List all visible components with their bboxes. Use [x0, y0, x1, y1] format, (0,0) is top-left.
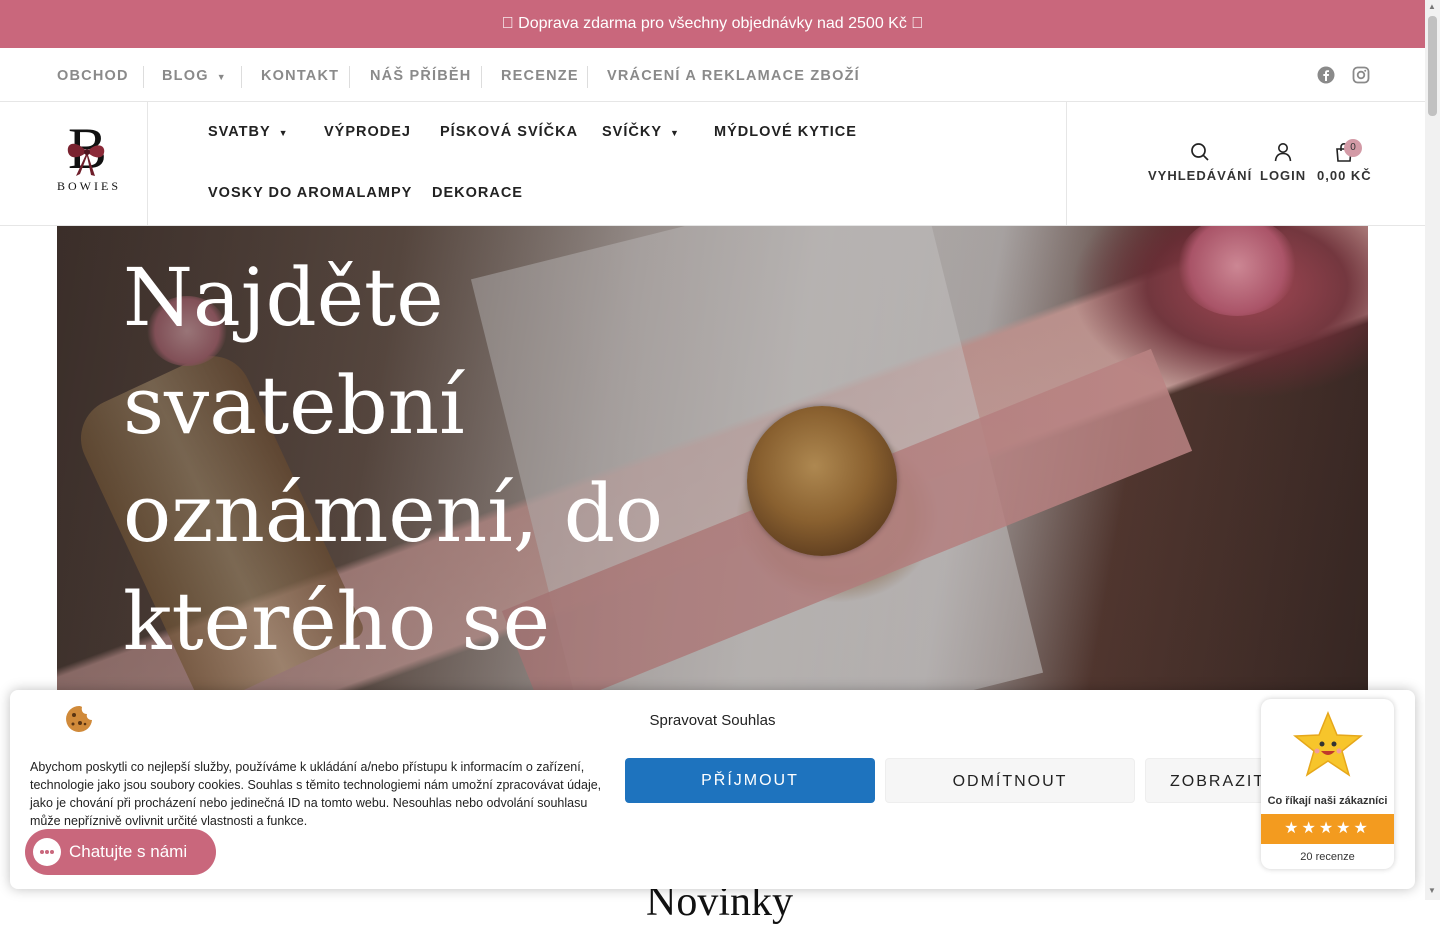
instagram-icon[interactable]	[1352, 66, 1370, 84]
accept-button[interactable]: PŘÍJMOUT	[625, 758, 875, 803]
search-button[interactable]: VYHLEDÁVÁNÍ	[1148, 142, 1252, 183]
main-header: B BOWIES SVATBY ▼ VÝPRODEJ PÍSKOVÁ SVÍČKA…	[0, 102, 1425, 226]
chat-label: Chatujte s námi	[69, 842, 188, 861]
main-nav-mydlove-kytice[interactable]: MÝDLOVÉ KYTICE	[714, 124, 857, 140]
scrollbar-thumb[interactable]	[1428, 16, 1437, 116]
main-nav-svatby[interactable]: SVATBY ▼	[208, 124, 289, 140]
nav-recenze[interactable]: RECENZE	[501, 68, 579, 84]
nav-divider	[143, 66, 144, 88]
secondary-nav: OBCHOD BLOG ▼ KONTAKT NÁŠ PŘÍBĚH RECENZE …	[0, 48, 1425, 102]
main-nav-dekorace[interactable]: DEKORACE	[432, 185, 523, 201]
reviews-stars: ★★★★★	[1261, 814, 1394, 844]
star-mascot-icon	[1293, 711, 1363, 777]
reviews-widget[interactable]: Co říkají naši zákazníci ★★★★★ 20 recenz…	[1261, 699, 1394, 869]
header-divider	[1066, 102, 1067, 226]
chat-button[interactable]: Chatujte s námi	[25, 829, 216, 875]
nav-kontakt[interactable]: KONTAKT	[261, 68, 339, 84]
facebook-icon[interactable]	[1317, 66, 1335, 84]
main-nav-label: SVATBY	[208, 124, 271, 140]
nav-blog-label: BLOG	[162, 68, 209, 84]
main-nav-vyprodej[interactable]: VÝPRODEJ	[324, 124, 411, 140]
chevron-down-icon: ▼	[216, 72, 227, 82]
bow-icon	[67, 143, 105, 176]
main-nav-piskova-svicka[interactable]: PÍSKOVÁ SVÍČKA	[440, 124, 578, 140]
reviews-title: Co říkají naši zákazníci	[1267, 795, 1388, 807]
hero-banner: Najděte svatební oznámení, do kterého se…	[57, 226, 1368, 690]
main-nav-vosky[interactable]: VOSKY DO AROMALAMPY	[208, 185, 412, 201]
search-label: VYHLEDÁVÁNÍ	[1148, 168, 1253, 183]
cart-total: 0,00 KČ	[1317, 168, 1372, 183]
hero-title: Najděte svatební oznámení, do kterého se…	[123, 251, 664, 690]
nav-nas-pribeh[interactable]: NÁŠ PŘÍBĚH	[370, 68, 471, 84]
login-label: LOGIN	[1260, 168, 1307, 183]
scroll-up-icon[interactable]: ▲	[1428, 2, 1436, 11]
nav-blog[interactable]: BLOG ▼	[162, 68, 227, 84]
nav-vraceni[interactable]: VRÁCENÍ A REKLAMACE ZBOŽÍ	[607, 68, 860, 84]
reviews-count: 20 recenze	[1300, 851, 1355, 863]
logo[interactable]: B BOWIES	[0, 102, 148, 226]
main-nav-svicky[interactable]: SVÍČKY ▼	[602, 124, 680, 140]
promo-bar:   Doprava zdarma pro všechny objednávky …	[0, 0, 1425, 48]
cart-count-badge: 0	[1344, 139, 1362, 157]
cookie-text: Abychom poskytli co nejlepší služby, pou…	[30, 760, 602, 828]
nav-divider	[481, 66, 482, 88]
search-icon	[1191, 143, 1209, 161]
promo-text:   Doprava zdarma pro všechny objednávky …	[501, 15, 924, 32]
user-icon	[1274, 143, 1292, 162]
nav-obchod[interactable]: OBCHOD	[57, 68, 129, 84]
chevron-down-icon: ▼	[278, 128, 289, 138]
page-scrollbar[interactable]: ▲ ▼	[1425, 0, 1440, 900]
main-nav-label: SVÍČKY	[602, 124, 662, 140]
cookie-banner: Spravovat Souhlas Abychom poskytli co ne…	[10, 690, 1415, 889]
logo-name: BOWIES	[57, 179, 121, 193]
nav-divider	[241, 66, 242, 88]
login-button[interactable]: LOGIN	[1260, 142, 1306, 183]
nav-divider	[349, 66, 350, 88]
deny-button[interactable]: ODMÍTNOUT	[885, 758, 1135, 803]
chat-bubble-icon	[33, 838, 61, 866]
scroll-down-icon[interactable]: ▼	[1428, 886, 1436, 895]
nav-divider	[587, 66, 588, 88]
cookie-title: Spravovat Souhlas	[649, 712, 776, 729]
chevron-down-icon: ▼	[670, 128, 680, 138]
